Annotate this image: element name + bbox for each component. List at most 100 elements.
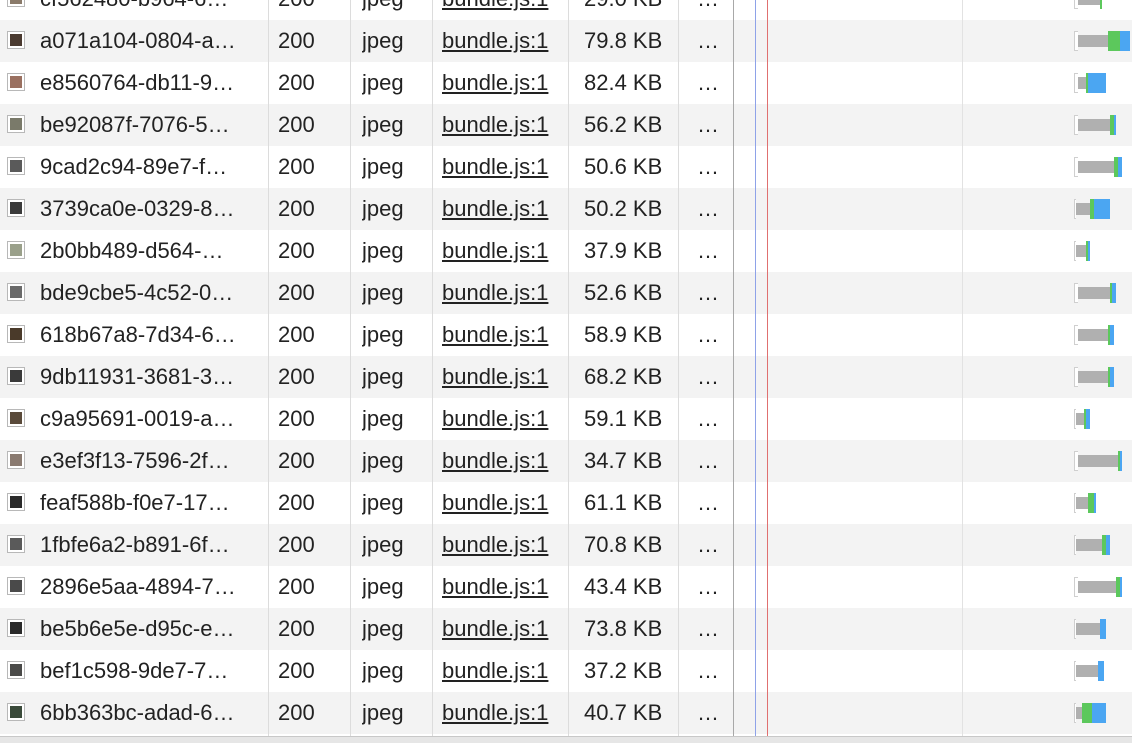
- initiator-link[interactable]: bundle.js:1: [442, 238, 548, 263]
- initiator-link[interactable]: bundle.js:1: [442, 700, 548, 725]
- request-name[interactable]: 2b0bb489-d564-…: [40, 230, 264, 272]
- thumbnail-swatch: [10, 454, 22, 466]
- waterfall-download-segment: [1120, 451, 1122, 471]
- time-cell: …: [697, 448, 719, 473]
- request-name[interactable]: 618b67a8-7d34-6…: [40, 314, 264, 356]
- image-thumbnail-icon: [7, 31, 25, 49]
- name-cell[interactable]: feaf588b-f0e7-17…: [0, 482, 268, 524]
- waterfall-waiting-segment: [1100, 0, 1102, 9]
- initiator-cell: bundle.js:1: [442, 0, 568, 20]
- initiator-cell: bundle.js:1: [442, 566, 568, 608]
- column-divider[interactable]: [432, 0, 433, 742]
- transfer-size: 52.6 KB: [584, 280, 663, 305]
- time-cell: …: [697, 700, 719, 725]
- initiator-link[interactable]: bundle.js:1: [442, 154, 548, 179]
- name-cell[interactable]: 2b0bb489-d564-…: [0, 230, 268, 272]
- name-cell[interactable]: 1fbfe6a2-b891-6f…: [0, 524, 268, 566]
- request-name[interactable]: e3ef3f13-7596-2f…: [40, 440, 264, 482]
- initiator-link[interactable]: bundle.js:1: [442, 658, 548, 683]
- initiator-link[interactable]: bundle.js:1: [442, 196, 548, 221]
- name-cell[interactable]: 2896e5aa-4894-7…: [0, 566, 268, 608]
- request-name[interactable]: 9db11931-3681-3…: [40, 356, 264, 398]
- name-cell[interactable]: bef1c598-9de7-7…: [0, 650, 268, 692]
- initiator-link[interactable]: bundle.js:1: [442, 0, 548, 11]
- request-name[interactable]: e8560764-db11-9…: [40, 62, 264, 104]
- name-cell[interactable]: 3739ca0e-0329-8…: [0, 188, 268, 230]
- status-code: 200: [278, 364, 315, 389]
- name-cell[interactable]: 9cad2c94-89e7-f…: [0, 146, 268, 188]
- status-code: 200: [278, 574, 315, 599]
- name-cell[interactable]: 618b67a8-7d34-6…: [0, 314, 268, 356]
- request-name[interactable]: cf562480-b964-6…: [40, 0, 264, 20]
- initiator-link[interactable]: bundle.js:1: [442, 574, 548, 599]
- transfer-size: 40.7 KB: [584, 700, 663, 725]
- thumbnail-swatch: [10, 76, 22, 88]
- request-name[interactable]: be5b6e5e-d95c-e…: [40, 608, 264, 650]
- initiator-link[interactable]: bundle.js:1: [442, 616, 548, 641]
- request-name[interactable]: 9cad2c94-89e7-f…: [40, 146, 264, 188]
- initiator-cell: bundle.js:1: [442, 104, 568, 146]
- thumbnail-swatch: [10, 244, 22, 256]
- image-thumbnail-icon: [7, 493, 25, 511]
- initiator-link[interactable]: bundle.js:1: [442, 70, 548, 95]
- thumbnail-swatch: [10, 664, 22, 676]
- waterfall-download-segment: [1092, 703, 1106, 723]
- request-name[interactable]: 6bb363bc-adad-6…: [40, 692, 264, 734]
- resource-type: jpeg: [362, 658, 404, 683]
- name-cell[interactable]: be92087f-7076-5…: [0, 104, 268, 146]
- initiator-link[interactable]: bundle.js:1: [442, 364, 548, 389]
- waterfall-download-segment: [1110, 325, 1114, 345]
- initiator-link[interactable]: bundle.js:1: [442, 28, 548, 53]
- name-cell[interactable]: bde9cbe5-4c52-0…: [0, 272, 268, 314]
- name-cell[interactable]: 6bb363bc-adad-6…: [0, 692, 268, 734]
- transfer-size: 61.1 KB: [584, 490, 663, 515]
- waterfall-download-segment: [1094, 199, 1110, 219]
- initiator-link[interactable]: bundle.js:1: [442, 322, 548, 347]
- resource-type: jpeg: [362, 238, 404, 263]
- request-name[interactable]: 3739ca0e-0329-8…: [40, 188, 264, 230]
- request-name[interactable]: be92087f-7076-5…: [40, 104, 264, 146]
- initiator-link[interactable]: bundle.js:1: [442, 490, 548, 515]
- column-divider[interactable]: [678, 0, 679, 742]
- name-cell[interactable]: be5b6e5e-d95c-e…: [0, 608, 268, 650]
- initiator-link[interactable]: bundle.js:1: [442, 280, 548, 305]
- status-code: 200: [278, 238, 315, 263]
- initiator-cell: bundle.js:1: [442, 314, 568, 356]
- request-name[interactable]: feaf588b-f0e7-17…: [40, 482, 264, 524]
- request-name[interactable]: bde9cbe5-4c52-0…: [40, 272, 264, 314]
- time-cell: …: [697, 238, 719, 263]
- name-cell[interactable]: cf562480-b964-6…: [0, 0, 268, 20]
- initiator-link[interactable]: bundle.js:1: [442, 112, 548, 137]
- resource-type: jpeg: [362, 196, 404, 221]
- column-divider[interactable]: [268, 0, 269, 742]
- waterfall-stalled-segment: [1078, 77, 1086, 89]
- request-name[interactable]: 1fbfe6a2-b891-6f…: [40, 524, 264, 566]
- initiator-link[interactable]: bundle.js:1: [442, 448, 548, 473]
- transfer-size: 50.2 KB: [584, 196, 663, 221]
- request-name[interactable]: 2896e5aa-4894-7…: [40, 566, 264, 608]
- request-name[interactable]: a071a104-0804-a…: [40, 20, 264, 62]
- request-name[interactable]: c9a95691-0019-a…: [40, 398, 264, 440]
- name-cell[interactable]: e8560764-db11-9…: [0, 62, 268, 104]
- name-cell[interactable]: e3ef3f13-7596-2f…: [0, 440, 268, 482]
- column-divider[interactable]: [568, 0, 569, 742]
- transfer-size: 59.1 KB: [584, 406, 663, 431]
- waterfall-waiting-segment: [1108, 31, 1120, 51]
- image-thumbnail-icon: [7, 157, 25, 175]
- initiator-cell: bundle.js:1: [442, 20, 568, 62]
- name-cell[interactable]: c9a95691-0019-a…: [0, 398, 268, 440]
- image-thumbnail-icon: [7, 409, 25, 427]
- initiator-cell: bundle.js:1: [442, 146, 568, 188]
- name-cell[interactable]: a071a104-0804-a…: [0, 20, 268, 62]
- image-thumbnail-icon: [7, 619, 25, 637]
- thumbnail-swatch: [10, 412, 22, 424]
- time-cell: …: [697, 616, 719, 641]
- time-cell: …: [697, 322, 719, 347]
- name-cell[interactable]: 9db11931-3681-3…: [0, 356, 268, 398]
- column-divider[interactable]: [350, 0, 351, 742]
- initiator-link[interactable]: bundle.js:1: [442, 406, 548, 431]
- initiator-link[interactable]: bundle.js:1: [442, 532, 548, 557]
- request-name[interactable]: bef1c598-9de7-7…: [40, 650, 264, 692]
- time-cell: …: [697, 154, 719, 179]
- resource-type: jpeg: [362, 616, 404, 641]
